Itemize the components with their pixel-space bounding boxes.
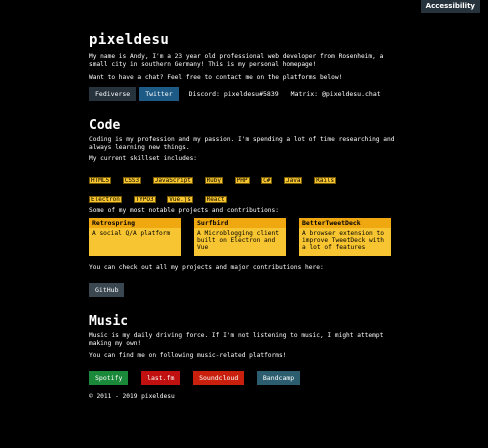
projects-label: Some of my most notable projects and con… — [89, 207, 279, 214]
code-text: Coding is my profession and my passion. … — [89, 136, 395, 151]
skill-tag: React — [204, 196, 227, 203]
music-text: Music is my daily driving force. If I'm … — [89, 332, 384, 347]
page-title: pixeldesu — [89, 32, 170, 48]
lastfm-button[interactable]: last.fm — [141, 371, 181, 385]
fediverse-button[interactable]: Fediverse — [89, 87, 137, 101]
skill-tag: CSS3 — [122, 177, 142, 184]
main-content: pixeldesu My name is Andy, I'm a 23 year… — [89, 32, 399, 401]
github-text: You can check out all my projects and ma… — [89, 264, 324, 271]
github-button[interactable]: GitHub — [89, 283, 125, 297]
project-name: BetterTweetDeck — [299, 218, 391, 228]
skill-tag: Rails — [314, 177, 337, 184]
spotify-button[interactable]: Spotify — [89, 371, 129, 385]
skill-tag: Electron — [89, 196, 122, 203]
project-desc: A browser extension to improve TweetDeck… — [302, 230, 384, 251]
project-name: Surfbird — [194, 218, 286, 228]
project-desc: A social Q/A platform — [92, 230, 171, 237]
project-card-bettertweetdeck[interactable]: BetterTweetDeck A browser extension to i… — [299, 218, 391, 256]
skill-tag: HTML5 — [89, 177, 112, 184]
skills-label: My current skillset includes: — [89, 155, 198, 162]
skill-tag: PHP — [234, 177, 250, 184]
discord-handle: Discord: pixeldesu#5839 — [188, 90, 279, 98]
project-cards: Retrospring A social Q/A platform Surfbi… — [89, 218, 399, 256]
code-heading: Code — [89, 118, 121, 133]
project-card-retrospring[interactable]: Retrospring A social Q/A platform — [89, 218, 181, 256]
soundcloud-button[interactable]: Soundcloud — [193, 371, 245, 385]
skill-tag: Ruby — [204, 177, 224, 184]
intro-text: My name is Andy, I'm a 23 year old profe… — [89, 53, 384, 68]
skill-tag: C# — [261, 177, 273, 184]
music-platforms-label: You can find me on following music-relat… — [89, 352, 287, 359]
matrix-handle: Matrix: @pixeldesu.chat — [290, 90, 381, 98]
footer-copyright: © 2011 - 2019 pixeldesu — [89, 393, 175, 400]
chat-text: Want to have a chat? Feel free to contac… — [89, 74, 343, 81]
accessibility-button[interactable]: Accessibility — [420, 0, 480, 13]
skill-tag: Vue.js — [167, 196, 193, 203]
twitter-button[interactable]: Twitter — [139, 87, 179, 101]
music-heading: Music — [89, 314, 129, 329]
skill-tag: TYPO3 — [133, 196, 156, 203]
project-card-surfbird[interactable]: Surfbird A Microblogging client built on… — [194, 218, 286, 256]
skills-list: HTML5 CSS3 JavaScript Ruby PHP C# Java R… — [89, 167, 379, 205]
project-name: Retrospring — [89, 218, 181, 228]
bandcamp-button[interactable]: Bandcamp — [256, 371, 301, 385]
music-platforms: Spotify last.fm Soundcloud Bandcamp — [89, 365, 399, 385]
skill-tag: JavaScript — [152, 177, 193, 184]
contact-row: Fediverse Twitter Discord: pixeldesu#583… — [89, 87, 399, 101]
skill-tag: Java — [284, 177, 303, 184]
project-desc: A Microblogging client built on Electron… — [197, 230, 279, 251]
